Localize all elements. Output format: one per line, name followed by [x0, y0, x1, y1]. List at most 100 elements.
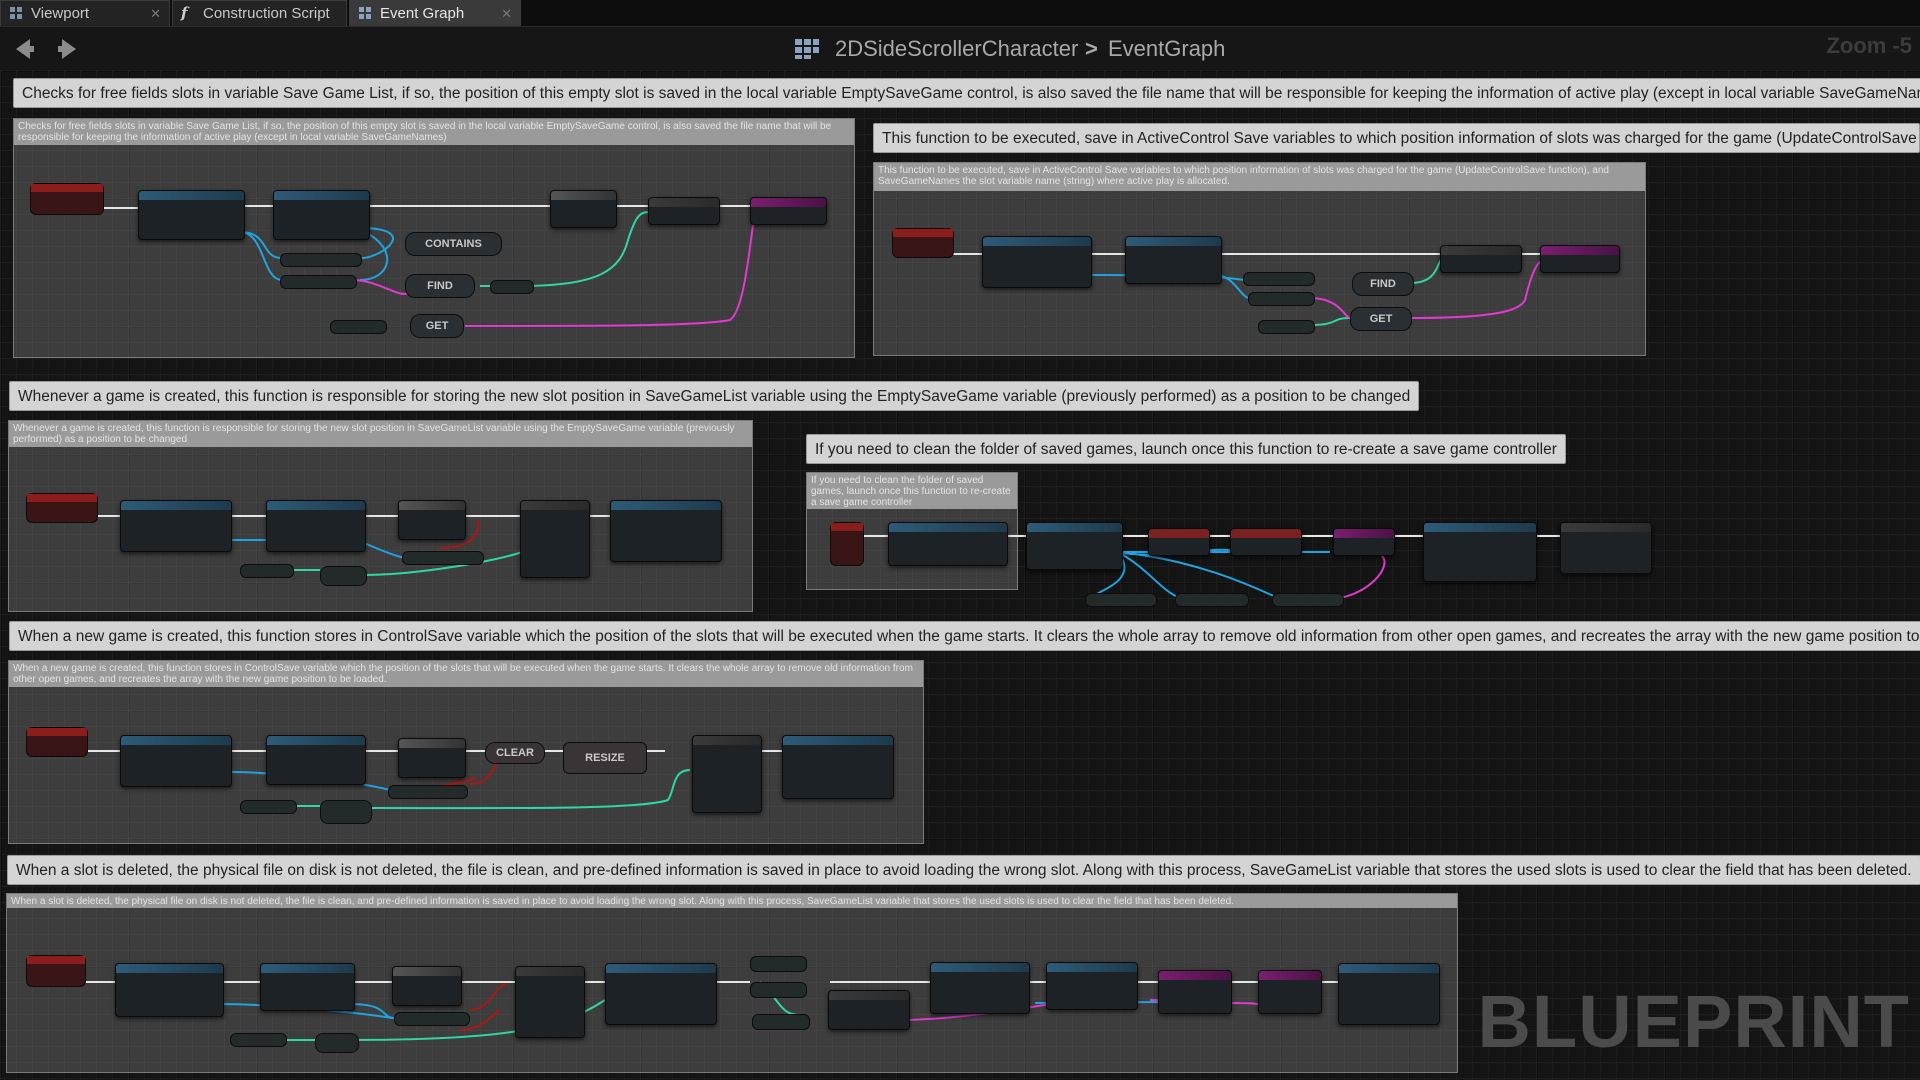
clear-node[interactable]: CLEAR: [485, 742, 545, 764]
target-variable-node[interactable]: [1175, 593, 1249, 607]
load-game-from-slot-node[interactable]: [930, 962, 1030, 1014]
event-node[interactable]: [26, 955, 86, 987]
create-save-game-object-node[interactable]: [888, 522, 1008, 566]
print-string-node[interactable]: [1560, 522, 1652, 574]
comment-bar-check-free-slots[interactable]: Checks for free fields slots in variable…: [13, 78, 1920, 108]
empty-save-game-variable[interactable]: [240, 800, 297, 814]
event-node[interactable]: [26, 727, 88, 757]
set-node[interactable]: [1258, 970, 1322, 1014]
comment-bar-new-game[interactable]: When a new game is created, this functio…: [9, 621, 1920, 651]
set-node[interactable]: [750, 197, 827, 225]
save-game-to-slot-node[interactable]: [1423, 522, 1537, 582]
breadcrumb-separator: >: [1085, 36, 1098, 61]
keyboard-event-node[interactable]: [830, 522, 864, 566]
arrow-left-icon[interactable]: [8, 35, 38, 63]
load-game-from-slot-node[interactable]: [138, 190, 245, 240]
increment-node[interactable]: [320, 800, 372, 824]
save-game-to-slot-node[interactable]: [1338, 963, 1440, 1025]
load-game-from-slot-node[interactable]: [120, 735, 232, 787]
target-variable-node[interactable]: [388, 785, 468, 799]
branch-node[interactable]: [392, 966, 462, 1006]
close-icon[interactable]: ✕: [501, 1, 512, 27]
branch-node[interactable]: [398, 500, 466, 540]
tab-label: Viewport: [31, 5, 90, 22]
get-node[interactable]: GET: [410, 314, 464, 338]
set-array-elem-node[interactable]: [515, 966, 585, 1038]
load-game-from-slot-node[interactable]: [115, 963, 224, 1017]
viewport-icon: [10, 7, 22, 19]
get-node[interactable]: GET: [1350, 307, 1412, 331]
target-variable-node[interactable]: [1272, 593, 1344, 607]
comment-box-header: When a slot is deleted, the physical fil…: [7, 894, 1457, 908]
set-node[interactable]: [1148, 528, 1210, 556]
cast-to-hud-node[interactable]: [273, 190, 370, 240]
blueprint-grid-icon: [795, 39, 819, 59]
set-node[interactable]: [1230, 528, 1302, 556]
set-array-elem-node[interactable]: [692, 735, 762, 813]
zoom-level: Zoom -5: [1826, 33, 1912, 58]
resize-node[interactable]: RESIZE: [563, 742, 647, 774]
comment-bar-clean-folder[interactable]: If you need to clean the folder of saved…: [806, 434, 1566, 464]
target-variable-node[interactable]: [402, 551, 484, 565]
comment-box-header: If you need to clean the folder of saved…: [807, 473, 1017, 509]
function-icon: f: [181, 4, 188, 22]
target-variable-node[interactable]: [1243, 272, 1315, 286]
tab-event-graph[interactable]: Event Graph ✕: [349, 0, 521, 26]
empty-save-game-variable[interactable]: [240, 564, 294, 578]
cast-to-hud-node[interactable]: [1125, 236, 1222, 284]
comment-box-header: This function to be executed, save in Ac…: [874, 163, 1645, 191]
load-game-from-slot-node[interactable]: [120, 500, 232, 552]
variable-node[interactable]: [752, 1014, 810, 1030]
comment-box-header: When a new game is created, this functio…: [9, 661, 923, 687]
target-variable-node[interactable]: [1085, 593, 1157, 607]
find-node[interactable]: FIND: [1352, 272, 1414, 296]
cast-to-hud-node[interactable]: [260, 963, 355, 1011]
empty-save-game-variable[interactable]: [750, 956, 807, 972]
empty-save-game-variable[interactable]: [230, 1033, 287, 1047]
set-node[interactable]: [1158, 970, 1232, 1014]
close-icon[interactable]: ✕: [150, 1, 161, 27]
comment-box-header: Whenever a game is created, this functio…: [9, 421, 752, 447]
active-control-save-variable[interactable]: [1258, 320, 1315, 334]
save-game-to-slot-node[interactable]: [610, 500, 722, 562]
comment-bar-active-control[interactable]: This function to be executed, save in Ac…: [873, 123, 1920, 153]
arrow-right-icon[interactable]: [54, 35, 84, 63]
target-variable-node[interactable]: [280, 253, 362, 267]
set-node[interactable]: [1540, 245, 1620, 273]
set-array-elem-node[interactable]: [520, 500, 590, 578]
increment-node[interactable]: [315, 1033, 359, 1053]
compare-node[interactable]: [490, 280, 534, 294]
cast-to-hud-node[interactable]: [1026, 522, 1123, 570]
cast-to-hud-node[interactable]: [266, 735, 366, 785]
target-variable-node[interactable]: [394, 1012, 470, 1026]
tab-construction-script[interactable]: f Construction Script: [172, 0, 347, 26]
cast-to-hud-node[interactable]: [1046, 962, 1138, 1010]
cast-to-hud-node[interactable]: [266, 500, 366, 552]
blueprint-watermark: BLUEPRINT: [1477, 980, 1910, 1063]
load-game-from-slot-node[interactable]: [982, 236, 1092, 288]
comment-bar-slot-deleted[interactable]: When a slot is deleted, the physical fil…: [7, 855, 1920, 885]
variable-node[interactable]: [750, 982, 807, 998]
find-node[interactable]: FIND: [405, 274, 475, 298]
contains-node[interactable]: CONTAINS: [405, 232, 502, 256]
target-variable-node[interactable]: [1248, 292, 1315, 306]
target-variable-node[interactable]: [280, 275, 357, 289]
save-game-to-slot-node[interactable]: [605, 963, 717, 1025]
empty-save-game-variable[interactable]: [330, 320, 387, 334]
increment-node[interactable]: [320, 566, 367, 586]
event-node[interactable]: [26, 493, 98, 523]
set-node[interactable]: [1440, 245, 1522, 273]
comment-bar-game-created[interactable]: Whenever a game is created, this functio…: [9, 381, 1420, 411]
save-game-to-slot-node[interactable]: [782, 735, 894, 799]
branch-node[interactable]: [398, 738, 466, 778]
append-node[interactable]: [828, 990, 910, 1030]
tab-label: Event Graph: [380, 5, 465, 22]
branch-node[interactable]: [550, 190, 617, 228]
event-node[interactable]: [892, 228, 954, 258]
set-node[interactable]: [648, 197, 720, 225]
tab-viewport[interactable]: Viewport ✕: [0, 0, 170, 26]
breadcrumb-parent[interactable]: 2DSideScrollerCharacter: [835, 36, 1078, 62]
event-node[interactable]: [30, 183, 104, 215]
set-node[interactable]: [1333, 528, 1395, 556]
comment-box-header: Checks for free fields slots in variable…: [14, 119, 854, 145]
